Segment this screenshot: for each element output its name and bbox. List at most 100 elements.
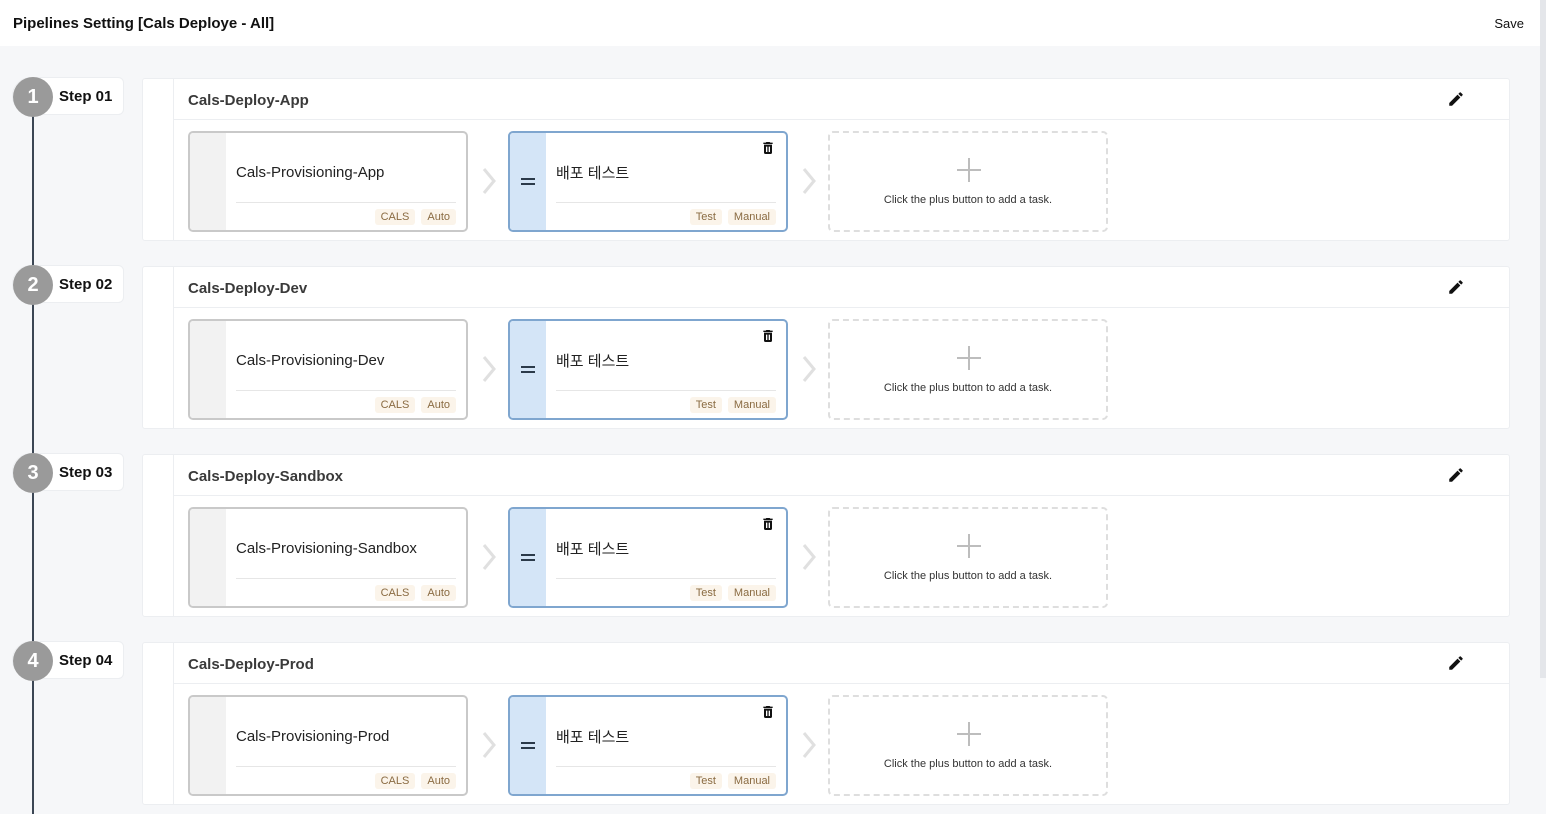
chevron-right-icon: [482, 356, 496, 382]
task-tag: CALS: [374, 773, 416, 789]
task-tag: Manual: [727, 209, 776, 225]
plus-icon[interactable]: [956, 157, 982, 183]
page-title: Pipelines Setting [Cals Deploye - All]: [13, 14, 275, 32]
task-tag: CALS: [374, 397, 416, 413]
pipeline-stage-4: 4 Step 04 Cals-Deploy-Prod Cals-Provisio…: [0, 641, 1546, 805]
task-divider: [236, 202, 456, 203]
step-number: 4: [13, 641, 53, 681]
task-tags: Test Manual: [689, 773, 776, 789]
chevron-right-icon: [482, 544, 496, 570]
task-tags: CALS Auto: [374, 773, 456, 789]
pipeline-stage-1: 1 Step 01 Cals-Deploy-App Cals-Provision…: [0, 77, 1546, 241]
task-name: 배포 테스트: [556, 353, 630, 370]
task-tag: Auto: [421, 397, 456, 413]
plus-icon[interactable]: [956, 533, 982, 559]
task-tag: Auto: [421, 585, 456, 601]
task-tag: Manual: [727, 585, 776, 601]
page-header: Pipelines Setting [Cals Deploye - All] S…: [0, 0, 1546, 46]
add-task-placeholder[interactable]: Click the plus button to add a task.: [828, 695, 1108, 796]
task-tag: Test: [689, 397, 722, 413]
trash-icon[interactable]: [760, 328, 776, 344]
pipeline-stage-3: 3 Step 03 Cals-Deploy-Sandbox Cals-Provi…: [0, 453, 1546, 617]
task-side-strip: [190, 133, 226, 230]
task-card-selected[interactable]: 배포 테스트 Test Manual: [508, 131, 788, 232]
add-task-placeholder[interactable]: Click the plus button to add a task.: [828, 507, 1108, 608]
task-tags: Test Manual: [689, 209, 776, 225]
task-card-selected[interactable]: 배포 테스트 Test Manual: [508, 507, 788, 608]
add-task-hint: Click the plus button to add a task.: [883, 194, 1053, 206]
stage-title: Cals-Deploy-Sandbox: [188, 468, 344, 485]
chevron-right-icon: [802, 356, 816, 382]
task-card[interactable]: Cals-Provisioning-App CALS Auto: [188, 131, 468, 232]
step-number: 2: [13, 265, 53, 305]
step-number: 1: [13, 77, 53, 117]
task-divider: [236, 390, 456, 391]
stage-divider: [173, 683, 1509, 684]
task-name: 배포 테스트: [556, 165, 630, 182]
task-tag: Manual: [727, 773, 776, 789]
drag-handle-icon[interactable]: [510, 321, 546, 418]
chevron-right-icon: [482, 168, 496, 194]
task-divider: [556, 578, 776, 579]
step-number: 3: [13, 453, 53, 493]
drag-handle-icon[interactable]: [510, 697, 546, 794]
stage-divider: [173, 307, 1509, 308]
task-tag: Auto: [421, 773, 456, 789]
task-tag: Test: [689, 585, 722, 601]
task-card[interactable]: Cals-Provisioning-Sandbox CALS Auto: [188, 507, 468, 608]
stage-title: Cals-Deploy-Dev: [188, 280, 308, 297]
stage-title: Cals-Deploy-Prod: [188, 656, 314, 673]
task-card[interactable]: Cals-Provisioning-Prod CALS Auto: [188, 695, 468, 796]
pencil-icon[interactable]: [1447, 654, 1465, 672]
task-tag: Manual: [727, 397, 776, 413]
task-side-strip: [190, 321, 226, 418]
step-badge: 4 Step 04: [12, 641, 124, 681]
task-divider: [236, 578, 456, 579]
drag-handle-icon[interactable]: [510, 133, 546, 230]
pencil-icon[interactable]: [1447, 278, 1465, 296]
stage-title: Cals-Deploy-App: [188, 92, 309, 109]
task-divider: [556, 390, 776, 391]
stage-card: Cals-Deploy-Sandbox Cals-Provisioning-Sa…: [142, 454, 1510, 617]
task-tag: Test: [689, 209, 722, 225]
task-divider: [556, 202, 776, 203]
task-side-strip: [190, 509, 226, 606]
step-badge: 1 Step 01: [12, 77, 124, 117]
task-divider: [556, 766, 776, 767]
task-divider: [236, 766, 456, 767]
save-button[interactable]: Save: [1494, 16, 1524, 31]
pencil-icon[interactable]: [1447, 466, 1465, 484]
trash-icon[interactable]: [760, 140, 776, 156]
add-task-placeholder[interactable]: Click the plus button to add a task.: [828, 131, 1108, 232]
task-name: Cals-Provisioning-Sandbox: [236, 540, 417, 557]
trash-icon[interactable]: [760, 704, 776, 720]
task-tags: CALS Auto: [374, 585, 456, 601]
step-label: Step 03: [59, 464, 113, 481]
task-name: 배포 테스트: [556, 541, 630, 558]
plus-icon[interactable]: [956, 345, 982, 371]
task-side-strip: [190, 697, 226, 794]
task-tag: CALS: [374, 209, 416, 225]
task-card-selected[interactable]: 배포 테스트 Test Manual: [508, 319, 788, 420]
task-tags: Test Manual: [689, 397, 776, 413]
task-name: 배포 테스트: [556, 729, 630, 746]
step-label: Step 04: [59, 652, 113, 669]
task-tag: CALS: [374, 585, 416, 601]
chevron-right-icon: [802, 732, 816, 758]
task-card[interactable]: Cals-Provisioning-Dev CALS Auto: [188, 319, 468, 420]
add-task-placeholder[interactable]: Click the plus button to add a task.: [828, 319, 1108, 420]
task-card-selected[interactable]: 배포 테스트 Test Manual: [508, 695, 788, 796]
task-tags: CALS Auto: [374, 397, 456, 413]
task-tags: Test Manual: [689, 585, 776, 601]
trash-icon[interactable]: [760, 516, 776, 532]
stage-card: Cals-Deploy-App Cals-Provisioning-App CA…: [142, 78, 1510, 241]
pipeline-stage-2: 2 Step 02 Cals-Deploy-Dev Cals-Provision…: [0, 265, 1546, 429]
drag-handle-icon[interactable]: [510, 509, 546, 606]
task-tags: CALS Auto: [374, 209, 456, 225]
task-name: Cals-Provisioning-Prod: [236, 728, 390, 745]
chevron-right-icon: [802, 544, 816, 570]
step-badge: 2 Step 02: [12, 265, 124, 305]
plus-icon[interactable]: [956, 721, 982, 747]
pencil-icon[interactable]: [1447, 90, 1465, 108]
step-label: Step 01: [59, 88, 113, 105]
